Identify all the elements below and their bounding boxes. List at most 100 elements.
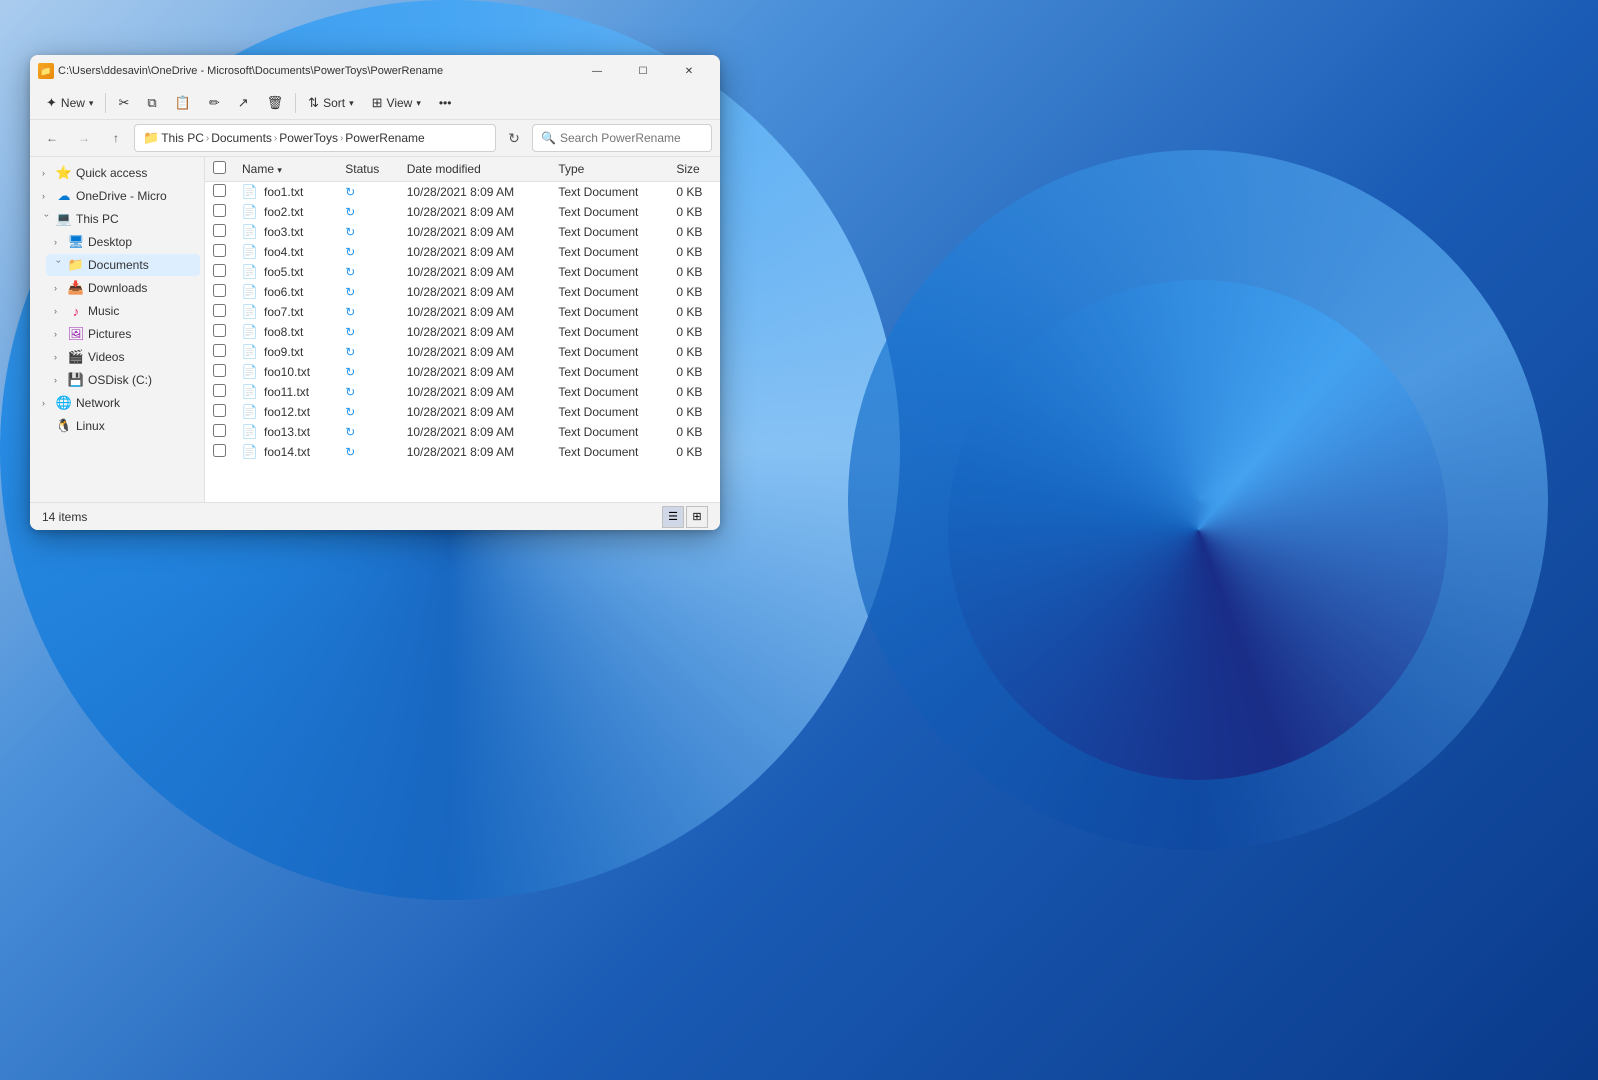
table-row[interactable]: 📄 foo12.txt ↻ 10/28/2021 8:09 AM Text Do… — [205, 402, 720, 422]
sidebar-item-quick-access[interactable]: › ⭐ Quick access — [34, 162, 200, 184]
row-checkbox[interactable] — [213, 344, 226, 357]
col-header-name[interactable]: Name ▾ — [234, 157, 337, 182]
row-checkbox[interactable] — [213, 424, 226, 437]
sidebar-item-pictures[interactable]: › 🖼 Pictures — [46, 323, 200, 345]
col-header-size[interactable]: Size — [668, 157, 720, 182]
rename-button[interactable]: ✏ — [201, 91, 228, 115]
osdisk-chevron: › — [54, 375, 64, 385]
sidebar-item-videos[interactable]: › 🎬 Videos — [46, 346, 200, 368]
more-button[interactable]: ••• — [431, 92, 460, 114]
col-header-type[interactable]: Type — [550, 157, 668, 182]
back-button[interactable]: ← — [38, 124, 66, 152]
row-checkbox-cell[interactable] — [205, 282, 234, 302]
row-size-cell: 0 KB — [668, 382, 720, 402]
row-checkbox-cell[interactable] — [205, 302, 234, 322]
col-header-date[interactable]: Date modified — [399, 157, 551, 182]
new-button[interactable]: ✦ New ▾ — [38, 91, 101, 115]
forward-button[interactable]: → — [70, 124, 98, 152]
row-checkbox-cell[interactable] — [205, 242, 234, 262]
row-checkbox-cell[interactable] — [205, 422, 234, 442]
row-checkbox-cell[interactable] — [205, 402, 234, 422]
row-checkbox[interactable] — [213, 324, 226, 337]
sidebar-item-linux[interactable]: › 🐧 Linux — [34, 415, 200, 437]
col-header-checkbox[interactable] — [205, 157, 234, 182]
refresh-button[interactable]: ↻ — [500, 124, 528, 152]
sidebar-item-network[interactable]: › 🌐 Network — [34, 392, 200, 414]
breadcrumb-thispc[interactable]: This PC — [161, 131, 204, 145]
row-checkbox-cell[interactable] — [205, 442, 234, 462]
linux-icon: 🐧 — [56, 418, 72, 434]
file-name: foo8.txt — [264, 325, 303, 339]
row-status-cell: ↻ — [337, 402, 398, 422]
search-bar[interactable]: 🔍 — [532, 124, 712, 152]
maximize-button[interactable]: ☐ — [620, 55, 666, 87]
table-row[interactable]: 📄 foo11.txt ↻ 10/28/2021 8:09 AM Text Do… — [205, 382, 720, 402]
close-button[interactable]: ✕ — [666, 55, 712, 87]
row-checkbox-cell[interactable] — [205, 342, 234, 362]
table-row[interactable]: 📄 foo3.txt ↻ 10/28/2021 8:09 AM Text Doc… — [205, 222, 720, 242]
table-row[interactable]: 📄 foo5.txt ↻ 10/28/2021 8:09 AM Text Doc… — [205, 262, 720, 282]
table-row[interactable]: 📄 foo6.txt ↻ 10/28/2021 8:09 AM Text Doc… — [205, 282, 720, 302]
sidebar-item-music[interactable]: › ♪ Music — [46, 300, 200, 322]
sidebar-item-onedrive[interactable]: › ☁ OneDrive - Micro — [34, 185, 200, 207]
table-row[interactable]: 📄 foo14.txt ↻ 10/28/2021 8:09 AM Text Do… — [205, 442, 720, 462]
row-checkbox-cell[interactable] — [205, 262, 234, 282]
sidebar-item-desktop[interactable]: › 🖥 Desktop — [46, 231, 200, 253]
row-checkbox-cell[interactable] — [205, 222, 234, 242]
table-row[interactable]: 📄 foo10.txt ↻ 10/28/2021 8:09 AM Text Do… — [205, 362, 720, 382]
paste-button[interactable]: 📋 — [167, 91, 199, 115]
row-checkbox-cell[interactable] — [205, 202, 234, 222]
row-checkbox[interactable] — [213, 244, 226, 257]
row-checkbox[interactable] — [213, 204, 226, 217]
col-header-status[interactable]: Status — [337, 157, 398, 182]
copy-button[interactable]: ⧉ — [139, 91, 164, 115]
row-checkbox-cell[interactable] — [205, 322, 234, 342]
sort-chevron-icon: ▾ — [349, 98, 354, 109]
row-date-cell: 10/28/2021 8:09 AM — [399, 242, 551, 262]
row-checkbox[interactable] — [213, 364, 226, 377]
row-checkbox[interactable] — [213, 404, 226, 417]
details-view-button[interactable]: ⊞ — [686, 506, 708, 528]
table-row[interactable]: 📄 foo13.txt ↻ 10/28/2021 8:09 AM Text Do… — [205, 422, 720, 442]
row-checkbox[interactable] — [213, 304, 226, 317]
row-checkbox-cell[interactable] — [205, 362, 234, 382]
up-button[interactable]: ↑ — [102, 124, 130, 152]
row-size-cell: 0 KB — [668, 342, 720, 362]
breadcrumb-powerrename[interactable]: PowerRename — [345, 131, 424, 145]
sidebar-item-this-pc[interactable]: › 💻 This PC — [34, 208, 200, 230]
sidebar-item-osdisk[interactable]: › 💾 OSDisk (C:) — [46, 369, 200, 391]
table-row[interactable]: 📄 foo9.txt ↻ 10/28/2021 8:09 AM Text Doc… — [205, 342, 720, 362]
breadcrumb-powertoys[interactable]: PowerToys — [279, 131, 338, 145]
row-size-cell: 0 KB — [668, 262, 720, 282]
share-button[interactable]: ↗ — [230, 91, 257, 115]
cut-button[interactable]: ✂ — [110, 91, 137, 115]
delete-button[interactable]: 🗑 — [259, 91, 292, 115]
row-status-cell: ↻ — [337, 442, 398, 462]
onedrive-chevron: › — [42, 191, 52, 201]
sort-button[interactable]: ⇅ Sort ▾ — [300, 91, 361, 115]
row-checkbox[interactable] — [213, 184, 226, 197]
sidebar-item-downloads[interactable]: › 📥 Downloads — [46, 277, 200, 299]
sidebar-item-documents[interactable]: › 📁 Documents — [46, 254, 200, 276]
search-input[interactable] — [560, 131, 715, 145]
list-view-button[interactable]: ☰ — [662, 506, 684, 528]
table-row[interactable]: 📄 foo2.txt ↻ 10/28/2021 8:09 AM Text Doc… — [205, 202, 720, 222]
documents-icon: 📁 — [68, 257, 84, 273]
table-row[interactable]: 📄 foo7.txt ↻ 10/28/2021 8:09 AM Text Doc… — [205, 302, 720, 322]
row-checkbox[interactable] — [213, 384, 226, 397]
row-checkbox[interactable] — [213, 284, 226, 297]
row-checkbox[interactable] — [213, 224, 226, 237]
row-checkbox-cell[interactable] — [205, 382, 234, 402]
row-checkbox[interactable] — [213, 444, 226, 457]
row-checkbox-cell[interactable] — [205, 182, 234, 203]
title-bar: 📁 C:\Users\ddesavin\OneDrive - Microsoft… — [30, 55, 720, 87]
table-row[interactable]: 📄 foo1.txt ↻ 10/28/2021 8:09 AM Text Doc… — [205, 182, 720, 203]
table-row[interactable]: 📄 foo4.txt ↻ 10/28/2021 8:09 AM Text Doc… — [205, 242, 720, 262]
minimize-button[interactable]: — — [574, 55, 620, 87]
row-checkbox[interactable] — [213, 264, 226, 277]
select-all-checkbox[interactable] — [213, 161, 226, 174]
table-row[interactable]: 📄 foo8.txt ↻ 10/28/2021 8:09 AM Text Doc… — [205, 322, 720, 342]
view-button[interactable]: ⊞ View ▾ — [364, 91, 429, 115]
breadcrumb-documents[interactable]: Documents — [211, 131, 272, 145]
quick-access-label: Quick access — [76, 166, 192, 180]
